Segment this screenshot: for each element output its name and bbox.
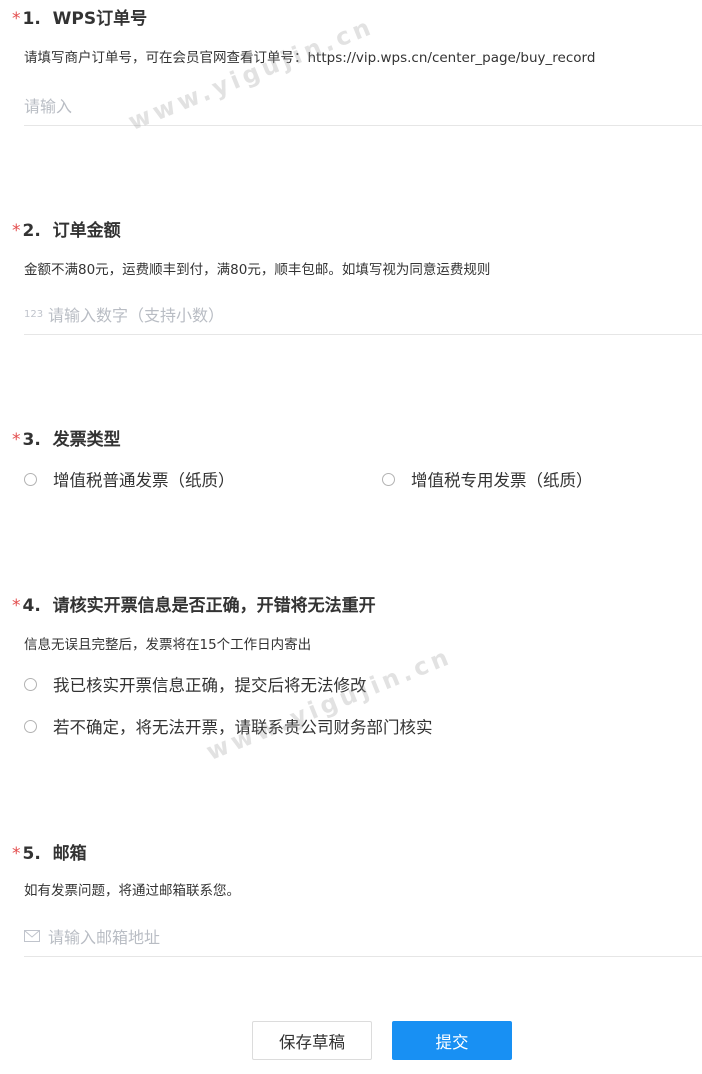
question-number: 2. (22, 221, 41, 241)
question-title-text: 发票类型 (52, 430, 121, 450)
question-title-text: 订单金额 (52, 221, 121, 241)
question-title-text: 邮箱 (52, 844, 87, 864)
question-number: 4. (22, 596, 41, 616)
question-2-title: * 2. 订单金额 (12, 220, 121, 242)
required-mark: * (12, 844, 21, 864)
question-1-description: 请填写商户订单号，可在会员官网查看订单号：https://vip.wps.cn/… (24, 50, 596, 66)
required-mark: * (12, 221, 21, 241)
question-title-text: 请核实开票信息是否正确，开错将无法重开 (52, 596, 376, 616)
question-5-title: * 5. 邮箱 (12, 843, 87, 865)
option-label: 我已核实开票信息正确，提交后将无法修改 (53, 676, 367, 695)
question-number: 3. (22, 430, 41, 450)
number-123-icon: 123 (24, 308, 44, 320)
question-number: 1. (22, 9, 41, 29)
question-number: 5. (22, 844, 41, 864)
email-input[interactable]: 请输入邮箱地址 (24, 916, 702, 957)
question-1-title: * 1. WPS订单号 (12, 8, 147, 30)
radio-unchecked-icon[interactable] (24, 472, 37, 486)
confirm-option-verified[interactable]: 我已核实开票信息正确，提交后将无法修改 (24, 672, 367, 696)
order-number-placeholder: 请输入 (24, 97, 73, 116)
confirm-option-unsure[interactable]: 若不确定，将无法开票，请联系贵公司财务部门核实 (24, 714, 433, 738)
order-number-input[interactable]: 请输入 (24, 85, 702, 126)
question-4-description: 信息无误且完整后，发票将在15个工作日内寄出 (24, 637, 312, 653)
required-mark: * (12, 596, 21, 616)
email-placeholder: 请输入邮箱地址 (48, 928, 161, 947)
invoice-type-option-special[interactable]: 增值税专用发票（纸质） (382, 467, 593, 491)
option-label: 若不确定，将无法开票，请联系贵公司财务部门核实 (53, 718, 433, 737)
question-3-title: * 3. 发票类型 (12, 429, 121, 451)
order-amount-placeholder: 请输入数字（支持小数） (48, 306, 225, 325)
question-4-title: * 4. 请核实开票信息是否正确，开错将无法重开 (12, 595, 376, 617)
required-mark: * (12, 430, 21, 450)
question-title-text: WPS订单号 (52, 9, 148, 29)
required-mark: * (12, 9, 21, 29)
invoice-type-option-general[interactable]: 增值税普通发票（纸质） (24, 467, 235, 491)
envelope-icon (24, 930, 42, 942)
radio-unchecked-icon[interactable] (24, 719, 37, 733)
save-draft-button[interactable]: 保存草稿 (252, 1021, 372, 1060)
option-label: 增值税专用发票（纸质） (411, 471, 593, 490)
question-2-description: 金额不满80元，运费顺丰到付，满80元，顺丰包邮。如填写视为同意运费规则 (24, 262, 491, 278)
option-label: 增值税普通发票（纸质） (53, 471, 235, 490)
order-amount-input[interactable]: 123 请输入数字（支持小数） (24, 294, 702, 335)
radio-unchecked-icon[interactable] (24, 677, 37, 691)
radio-unchecked-icon[interactable] (382, 472, 395, 486)
watermark: www.yigujin.cn (202, 641, 456, 767)
question-5-description: 如有发票问题，将通过邮箱联系您。 (24, 883, 240, 899)
submit-button[interactable]: 提交 (392, 1021, 512, 1060)
